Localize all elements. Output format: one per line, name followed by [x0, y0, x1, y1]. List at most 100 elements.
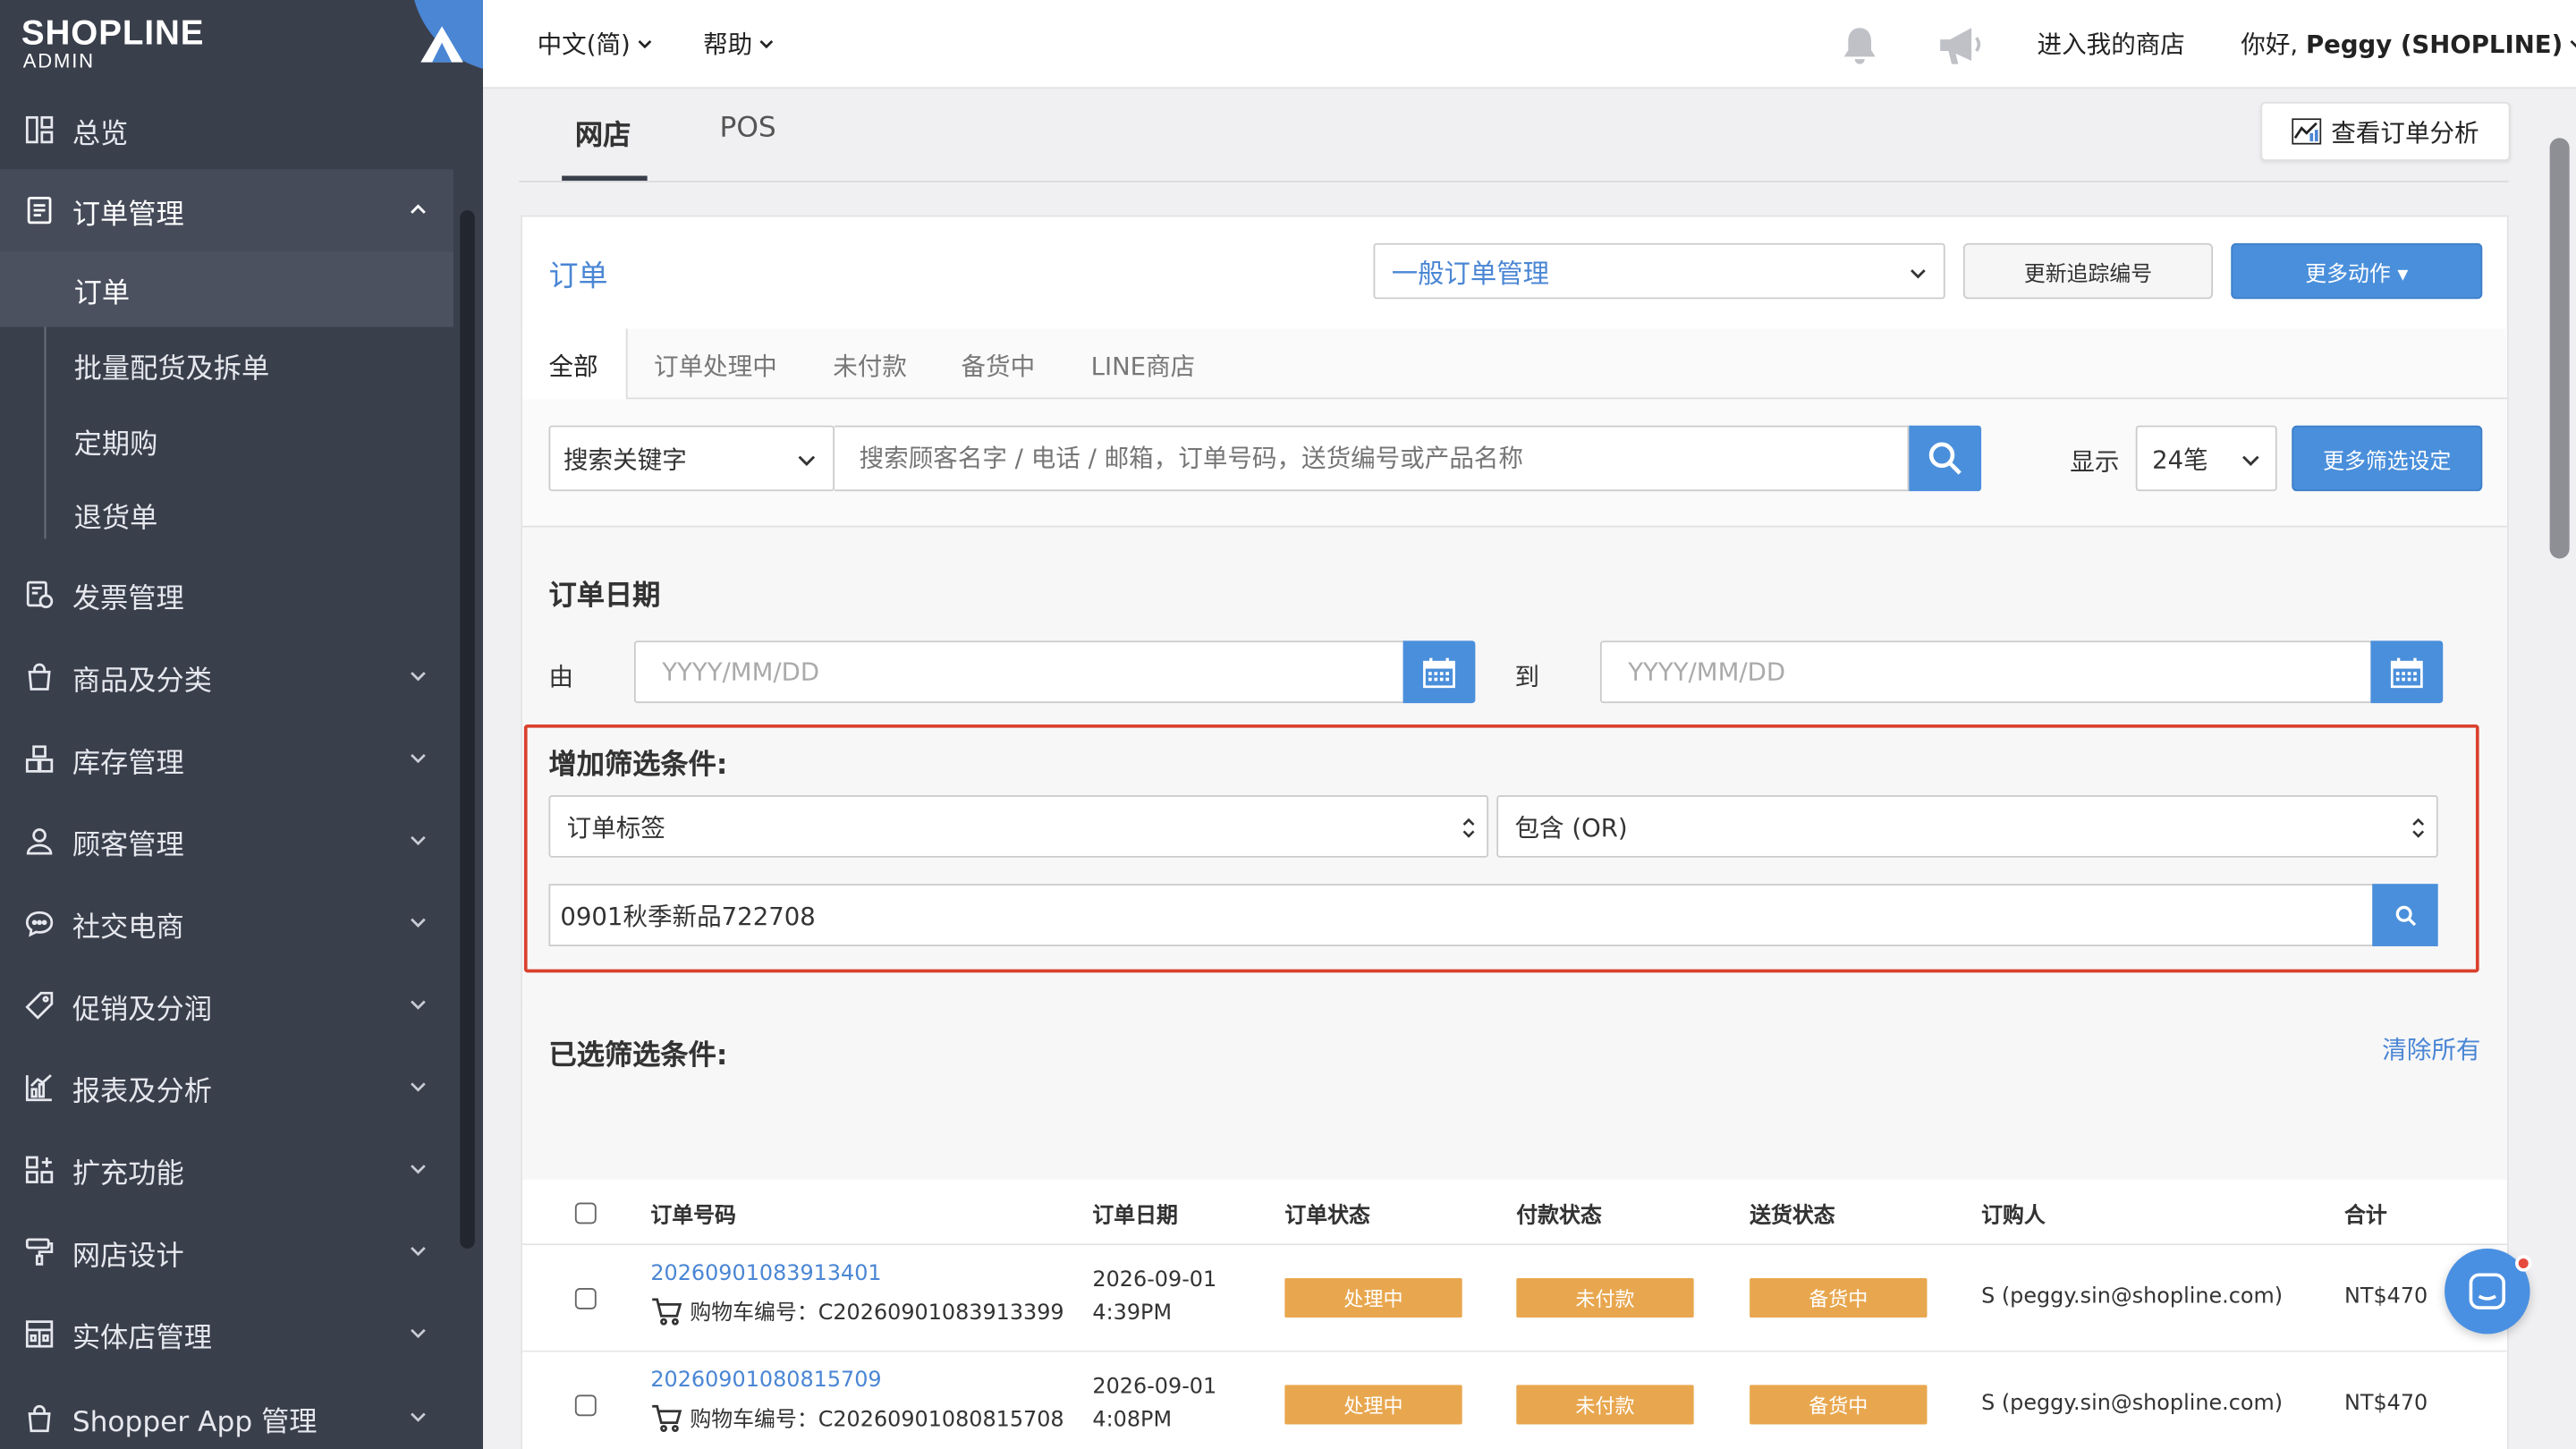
date-from-input[interactable]: YYYY/MM/DD — [633, 640, 1407, 704]
sidebar-subitem-label: 退货单 — [73, 502, 158, 535]
sidebar-item-inventory[interactable]: 库存管理 — [0, 718, 453, 801]
panel-title: 订单 — [548, 259, 608, 294]
page-scrollbar[interactable] — [2549, 138, 2570, 559]
sidebar-item-reports[interactable]: 报表及分析 — [0, 1046, 453, 1129]
per-page-select[interactable]: 24笔 — [2135, 425, 2277, 492]
order-number-link[interactable]: 20260901080815709 — [650, 1368, 881, 1394]
sidebar-item-label: 库存管理 — [72, 746, 184, 780]
more-filters-button[interactable]: 更多筛选设定 — [2292, 425, 2483, 492]
sidebar-item-customers[interactable]: 顾客管理 — [0, 800, 453, 882]
search-button[interactable] — [1909, 425, 1982, 492]
sidebar-item-label: 商品及分类 — [72, 664, 212, 698]
order-status-badge: 处理中 — [1284, 1385, 1462, 1425]
tab-line-store[interactable]: LINE商店 — [1091, 348, 1196, 383]
chevron-down-icon — [411, 918, 426, 928]
tag-icon — [25, 991, 54, 1020]
order-management-select[interactable]: 一般订单管理 — [1373, 242, 1945, 300]
analytics-chart-icon — [2292, 118, 2322, 145]
col-customer[interactable]: 订购人 — [1981, 1198, 2046, 1229]
date-to-input[interactable]: YYYY/MM/DD — [1599, 640, 2373, 704]
col-payment-status[interactable]: 付款状态 — [1516, 1198, 1602, 1229]
row-checkbox[interactable] — [574, 1394, 597, 1417]
sidebar-subitem-bulk-fulfillment[interactable]: 批量配货及拆单 — [0, 327, 453, 402]
view-order-analysis-button[interactable]: 查看订单分析 — [2260, 101, 2511, 161]
sidebar-item-retail-store[interactable]: 实体店管理 — [0, 1293, 453, 1376]
sidebar-item-orders[interactable]: 订单管理 — [0, 169, 453, 252]
chevron-down-icon — [1911, 269, 1926, 279]
orders-panel: 订单 一般订单管理 更新追踪编号 更多动作 ▾ 全部 订单处理中 未付款 备货中… — [521, 215, 2509, 1449]
sidebar-item-shopper-app[interactable]: Shopper App 管理 — [0, 1377, 453, 1449]
col-order-status[interactable]: 订单状态 — [1284, 1198, 1370, 1229]
tab-pos[interactable]: POS — [719, 112, 775, 145]
language-dropdown[interactable]: 中文(简) — [538, 26, 652, 61]
sidebar-item-label: 总览 — [72, 117, 129, 151]
display-label: 显示 — [2070, 446, 2120, 477]
cart-icon — [652, 1403, 682, 1432]
col-delivery-status[interactable]: 送货状态 — [1750, 1198, 1835, 1229]
sidebar-item-overview[interactable]: 总览 — [0, 89, 453, 171]
highlight-box — [523, 724, 2479, 973]
inventory-icon — [25, 745, 54, 773]
more-filters-label: 更多筛选设定 — [2323, 449, 2452, 474]
user-icon — [26, 828, 53, 855]
sidebar-subitem-subscriptions[interactable]: 定期购 — [0, 402, 453, 478]
chevron-down-icon — [411, 1328, 426, 1339]
order-management-value: 一般订单管理 — [1391, 258, 1550, 290]
per-page-value: 24笔 — [2152, 444, 2208, 474]
sidebar-item-extensions[interactable]: 扩充功能 — [0, 1129, 453, 1211]
sidebar-item-promotions[interactable]: 促销及分润 — [0, 964, 453, 1046]
enter-store-link[interactable]: 进入我的商店 — [2038, 26, 2185, 61]
col-total[interactable]: 合计 — [2344, 1198, 2387, 1229]
sidebar-subitem-orders[interactable]: 订单 — [0, 251, 453, 327]
app-root: SHOPLINE ADMIN 总览 订单管理 订单 批量配货及拆单 定期购 退货… — [0, 0, 2576, 1449]
calendar-icon — [1423, 657, 1455, 688]
tab-processing[interactable]: 订单处理中 — [654, 348, 777, 383]
clear-all-link[interactable]: 清除所有 — [2382, 1031, 2480, 1066]
select-all-checkbox[interactable] — [574, 1202, 597, 1224]
chosen-filters-section: 已选筛选条件: 清除所有 — [522, 1004, 2507, 1182]
tab-online-store[interactable]: 网店 — [575, 112, 631, 153]
update-tracking-button[interactable]: 更新追踪编号 — [1962, 242, 2214, 300]
enter-store-label: 进入我的商店 — [2037, 30, 2185, 60]
order-total: NT$470 — [2344, 1391, 2428, 1417]
user-menu-dropdown[interactable]: 你好, Peggy (SHOPLINE) — [2241, 26, 2576, 61]
tab-unpaid[interactable]: 未付款 — [833, 348, 907, 383]
order-search-input[interactable] — [835, 425, 1910, 492]
sidebar-subitem-returns[interactable]: 退货单 — [0, 477, 453, 552]
date-from-label: 由 — [548, 662, 574, 692]
order-number-link[interactable]: 20260901083913401 — [650, 1262, 881, 1287]
sidebar-scrollbar[interactable] — [460, 210, 475, 1249]
invoice-icon — [26, 580, 54, 609]
mobile-icon — [28, 1404, 51, 1433]
logo-text: SHOPLINE — [21, 14, 205, 53]
table-row[interactable]: 20260901083913401 购物车编号：C202609010839133… — [522, 1245, 2507, 1352]
brand-logo[interactable]: SHOPLINE ADMIN — [0, 0, 483, 89]
chevron-down-icon — [411, 1412, 426, 1422]
date-from-calendar-button[interactable] — [1402, 640, 1476, 704]
shopline-mark-icon — [420, 26, 463, 63]
order-date: 2026-09-01 — [1092, 1267, 1217, 1293]
sidebar-item-social-commerce[interactable]: 社交电商 — [0, 882, 453, 964]
table-row[interactable]: 20260901080815709 购物车编号：C202609010808157… — [522, 1352, 2507, 1449]
col-order-date[interactable]: 订单日期 — [1092, 1198, 1178, 1229]
order-status-badge: 处理中 — [1284, 1277, 1462, 1318]
sidebar-item-invoices[interactable]: 发票管理 — [0, 554, 453, 636]
sidebar-item-store-design[interactable]: 网店设计 — [0, 1211, 453, 1293]
view-order-analysis-label: 查看订单分析 — [2331, 117, 2479, 148]
help-dropdown[interactable]: 帮助 — [703, 26, 774, 61]
tab-preparing[interactable]: 备货中 — [961, 348, 1035, 383]
bell-icon[interactable] — [1836, 23, 1882, 69]
sidebar-item-products[interactable]: 商品及分类 — [0, 636, 453, 718]
more-actions-button[interactable]: 更多动作 ▾ — [2231, 242, 2483, 300]
col-order-number[interactable]: 订单号码 — [650, 1198, 736, 1229]
row-checkbox[interactable] — [574, 1288, 597, 1309]
search-type-select[interactable]: 搜索关键字 — [548, 425, 835, 492]
sidebar-item-label: 实体店管理 — [72, 1321, 212, 1355]
order-status-text: 处理中 — [1343, 1287, 1403, 1310]
date-to-label: 到 — [1514, 662, 1540, 692]
calendar-icon — [2390, 657, 2423, 688]
megaphone-icon[interactable] — [1936, 23, 1985, 69]
sidebar-item-label: 网店设计 — [72, 1239, 184, 1273]
date-to-calendar-button[interactable] — [2370, 640, 2444, 704]
tab-all[interactable]: 全部 — [548, 348, 597, 383]
